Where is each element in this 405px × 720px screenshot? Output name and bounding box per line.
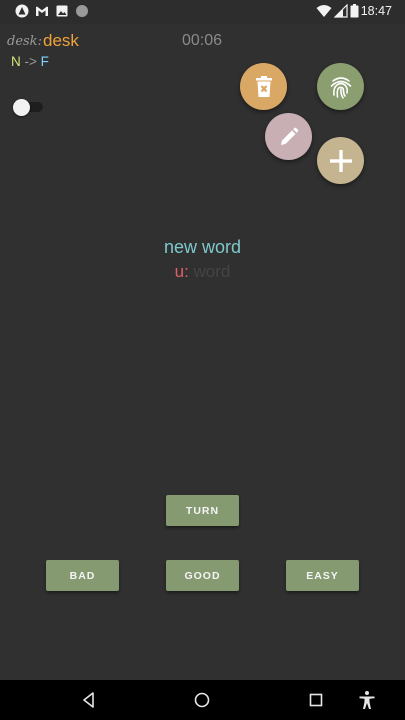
- fingerprint-icon: [330, 76, 351, 99]
- good-button[interactable]: GOOD: [166, 560, 239, 591]
- bad-button[interactable]: BAD: [46, 560, 119, 591]
- back-icon[interactable]: [79, 690, 99, 710]
- translation-line: u: word: [0, 262, 405, 282]
- delete-icon: [255, 75, 272, 97]
- card-word: new word: [163, 237, 242, 257]
- desk-name[interactable]: desk: [43, 31, 79, 51]
- add-button[interactable]: [317, 137, 364, 184]
- mode-toggle[interactable]: [13, 99, 43, 116]
- app-icon: [15, 4, 29, 18]
- recents-icon[interactable]: [306, 690, 326, 710]
- image-icon: [56, 5, 68, 17]
- navigation-bar: [0, 680, 405, 720]
- translation-label: u:: [174, 262, 189, 281]
- signal-icon: [334, 4, 348, 18]
- turn-button[interactable]: TURN: [166, 495, 239, 526]
- direction-indicator[interactable]: N -> F: [11, 54, 49, 69]
- session-timer: 00:06: [182, 32, 223, 49]
- edit-button[interactable]: [265, 113, 312, 160]
- circle-icon: [76, 5, 88, 17]
- accessibility-icon[interactable]: [357, 690, 377, 710]
- gmail-icon: [36, 6, 48, 16]
- plus-icon: [329, 149, 352, 172]
- direction-from: N: [11, 54, 21, 69]
- pencil-icon: [280, 127, 298, 145]
- status-bar: 18:47: [0, 0, 405, 24]
- status-time: 18:47: [360, 4, 392, 18]
- delete-button[interactable]: [240, 63, 287, 110]
- desk-prefix: desk:: [7, 34, 42, 49]
- fingerprint-button[interactable]: [317, 63, 364, 110]
- direction-arrow: ->: [24, 54, 37, 69]
- direction-to: F: [40, 54, 49, 69]
- battery-icon: [350, 4, 359, 18]
- easy-button[interactable]: EASY: [286, 560, 359, 591]
- toggle-thumb: [13, 99, 30, 116]
- wifi-icon: [316, 5, 332, 17]
- translation-text: word: [193, 262, 231, 281]
- home-icon[interactable]: [192, 690, 212, 710]
